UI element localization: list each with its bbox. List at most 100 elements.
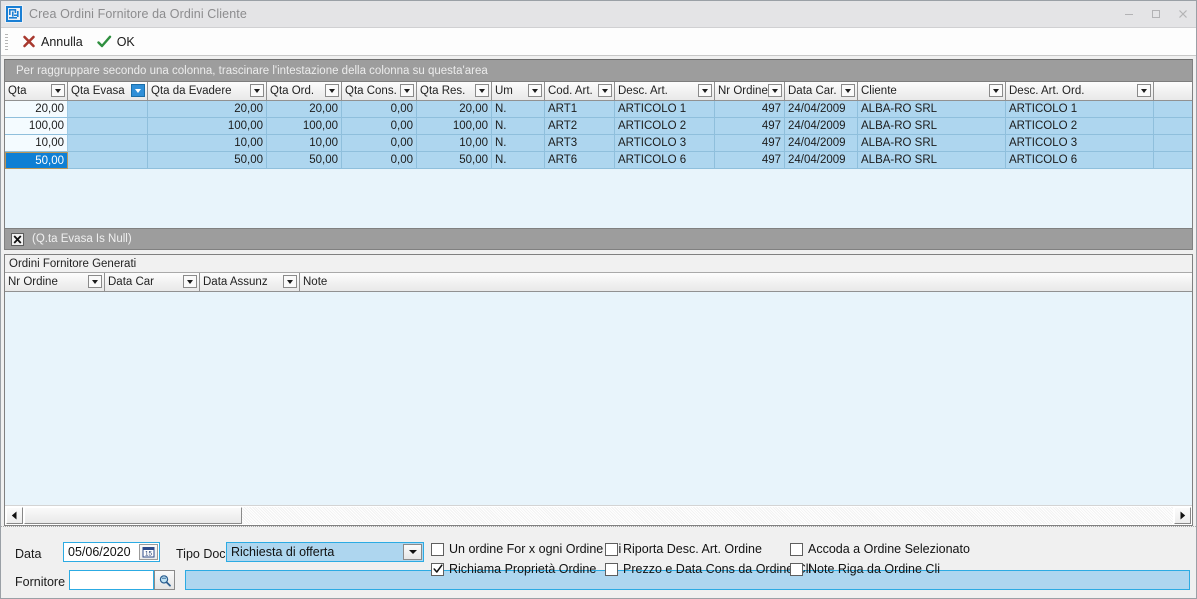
generated-column-header-nr-ordine[interactable]: Nr Ordine bbox=[5, 273, 105, 292]
column-header-data-car[interactable]: Data Car. bbox=[785, 82, 858, 101]
table-cell[interactable]: 0,00 bbox=[342, 101, 417, 118]
table-cell[interactable]: N. bbox=[492, 101, 545, 118]
table-cell[interactable]: ART6 bbox=[545, 152, 615, 169]
column-header-qta-res[interactable]: Qta Res. bbox=[417, 82, 492, 101]
table-cell[interactable] bbox=[68, 101, 148, 118]
table-cell[interactable]: 24/04/2009 bbox=[785, 135, 858, 152]
table-cell[interactable]: 100,00 bbox=[5, 118, 68, 135]
column-filter-button[interactable] bbox=[841, 84, 855, 97]
column-filter-button[interactable] bbox=[51, 84, 65, 97]
column-header-qta-ord[interactable]: Qta Ord. bbox=[267, 82, 342, 101]
table-cell[interactable]: ART2 bbox=[545, 118, 615, 135]
column-filter-button[interactable] bbox=[768, 84, 782, 97]
scroll-right-button[interactable] bbox=[1174, 507, 1191, 524]
column-filter-button[interactable] bbox=[131, 84, 145, 97]
table-cell[interactable]: 50,00 bbox=[148, 152, 267, 169]
table-cell[interactable]: 20,00 bbox=[148, 101, 267, 118]
column-filter-button[interactable] bbox=[528, 84, 542, 97]
table-cell[interactable]: N. bbox=[492, 135, 545, 152]
column-filter-button[interactable] bbox=[989, 84, 1003, 97]
table-row[interactable]: 20,00 20,00 20,00 0,00 20,00 N. ART1 ARTICOLO 1… bbox=[5, 101, 1192, 118]
column-filter-button[interactable] bbox=[250, 84, 264, 97]
table-cell[interactable]: ALBA-RO SRL bbox=[858, 101, 1006, 118]
column-filter-button[interactable] bbox=[1137, 84, 1151, 97]
checkbox-prezzo-e-data-cons-da-ordine-cli[interactable]: Prezzo e Data Cons da Ordine Cli bbox=[605, 562, 811, 576]
checkbox-box[interactable] bbox=[431, 562, 444, 576]
group-by-panel[interactable]: Per raggruppare secondo una colonna, tra… bbox=[5, 60, 1192, 82]
filter-expression[interactable]: (Q.ta Evasa Is Null) bbox=[32, 233, 132, 245]
column-header-qta-evasa[interactable]: Qta Evasa bbox=[68, 82, 148, 101]
checkbox-un-ordine-for-x-ogni-ordine-cli[interactable]: Un ordine For x ogni Ordine Cli bbox=[431, 542, 621, 556]
table-row[interactable]: 100,00 100,00 100,00 0,00 100,00 N. ART2 ARTICO… bbox=[5, 118, 1192, 135]
table-cell[interactable]: ARTICOLO 3 bbox=[615, 135, 715, 152]
table-cell[interactable]: 20,00 bbox=[417, 101, 492, 118]
column-header-qta-cons[interactable]: Qta Cons. bbox=[342, 82, 417, 101]
column-header-um[interactable]: Um bbox=[492, 82, 545, 101]
table-cell[interactable]: 497 bbox=[715, 135, 785, 152]
table-cell[interactable]: N. bbox=[492, 152, 545, 169]
table-cell[interactable]: ARTICOLO 2 bbox=[1006, 118, 1154, 135]
column-header-cliente[interactable]: Cliente bbox=[858, 82, 1006, 101]
maximize-button[interactable] bbox=[1142, 1, 1169, 27]
chevron-down-icon[interactable] bbox=[403, 544, 422, 560]
table-cell[interactable]: 0,00 bbox=[342, 118, 417, 135]
column-filter-button[interactable] bbox=[325, 84, 339, 97]
column-header-desc-art-ord[interactable]: Desc. Art. Ord. bbox=[1006, 82, 1154, 101]
column-filter-button[interactable] bbox=[283, 275, 297, 288]
scroll-left-button[interactable] bbox=[6, 507, 23, 524]
table-cell[interactable] bbox=[68, 135, 148, 152]
minimize-button[interactable] bbox=[1115, 1, 1142, 27]
calendar-icon[interactable]: 15 bbox=[139, 544, 158, 560]
table-cell[interactable]: 24/04/2009 bbox=[785, 101, 858, 118]
checkbox-richiama-propriet-ordine[interactable]: Richiama Proprietà Ordine bbox=[431, 562, 596, 576]
checkbox-box[interactable] bbox=[605, 542, 618, 556]
search-icon[interactable] bbox=[154, 570, 175, 590]
table-cell[interactable]: ARTICOLO 2 bbox=[615, 118, 715, 135]
table-cell[interactable]: 0,00 bbox=[342, 152, 417, 169]
toolbar-grip[interactable] bbox=[5, 33, 8, 50]
table-row[interactable]: 10,00 10,00 10,00 0,00 10,00 N. ART3 ARTICOLO 3… bbox=[5, 135, 1192, 152]
table-cell[interactable]: 497 bbox=[715, 152, 785, 169]
column-filter-button[interactable] bbox=[475, 84, 489, 97]
column-header-nr-ordine[interactable]: Nr Ordine bbox=[715, 82, 785, 101]
horizontal-scrollbar[interactable] bbox=[5, 505, 1192, 525]
column-filter-button[interactable] bbox=[598, 84, 612, 97]
table-cell[interactable]: ARTICOLO 3 bbox=[1006, 135, 1154, 152]
table-cell[interactable]: 20,00 bbox=[267, 101, 342, 118]
checkbox-box[interactable] bbox=[431, 542, 444, 556]
table-cell[interactable]: 10,00 bbox=[267, 135, 342, 152]
table-cell[interactable]: 10,00 bbox=[417, 135, 492, 152]
table-cell[interactable]: 497 bbox=[715, 101, 785, 118]
column-header-cod-art[interactable]: Cod. Art. bbox=[545, 82, 615, 101]
table-cell[interactable]: ARTICOLO 1 bbox=[1006, 101, 1154, 118]
table-cell[interactable]: 50,00 bbox=[5, 152, 68, 169]
checkbox-box[interactable] bbox=[605, 562, 618, 576]
cancel-button[interactable]: Annulla bbox=[15, 31, 90, 53]
table-cell[interactable] bbox=[68, 152, 148, 169]
table-cell[interactable]: ALBA-RO SRL bbox=[858, 152, 1006, 169]
column-filter-button[interactable] bbox=[183, 275, 197, 288]
ok-button[interactable]: OK bbox=[90, 31, 142, 53]
generated-column-header-data-assunz[interactable]: Data Assunz bbox=[200, 273, 300, 292]
checkbox-riporta-desc-art-ordine[interactable]: Riporta Desc. Art. Ordine bbox=[605, 542, 762, 556]
table-cell[interactable]: ARTICOLO 1 bbox=[615, 101, 715, 118]
table-cell[interactable]: 100,00 bbox=[148, 118, 267, 135]
table-cell[interactable]: 10,00 bbox=[5, 135, 68, 152]
scrollbar-thumb[interactable] bbox=[24, 507, 242, 524]
table-cell[interactable]: 20,00 bbox=[5, 101, 68, 118]
column-filter-button[interactable] bbox=[698, 84, 712, 97]
column-header-qta-da-evadere[interactable]: Qta da Evadere bbox=[148, 82, 267, 101]
table-cell[interactable]: 100,00 bbox=[267, 118, 342, 135]
table-cell[interactable]: 50,00 bbox=[267, 152, 342, 169]
table-cell[interactable]: 100,00 bbox=[417, 118, 492, 135]
checkbox-box[interactable] bbox=[790, 542, 803, 556]
data-field[interactable]: 05/06/2020 15 bbox=[63, 542, 160, 562]
table-cell[interactable]: ARTICOLO 6 bbox=[615, 152, 715, 169]
table-cell[interactable] bbox=[68, 118, 148, 135]
filter-close-icon[interactable] bbox=[11, 232, 24, 246]
table-cell[interactable]: ALBA-RO SRL bbox=[858, 135, 1006, 152]
checkbox-box[interactable] bbox=[790, 562, 803, 576]
table-cell[interactable]: 24/04/2009 bbox=[785, 118, 858, 135]
close-button[interactable] bbox=[1169, 1, 1196, 27]
table-cell[interactable]: N. bbox=[492, 118, 545, 135]
